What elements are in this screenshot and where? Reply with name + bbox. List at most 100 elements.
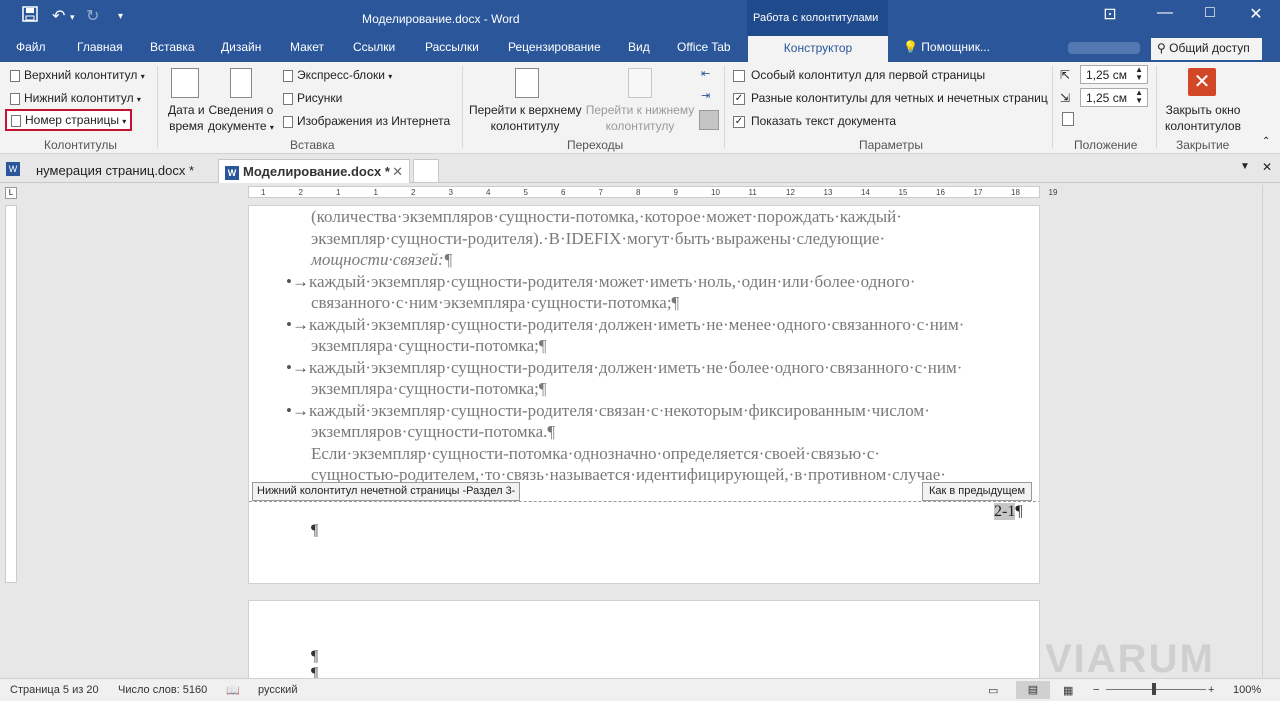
body-text[interactable]: (количества·экземпляров·сущности-потомка… [286, 206, 1031, 486]
document-page[interactable]: ¶ ¶ [248, 600, 1040, 680]
tab-review[interactable]: Рецензирование [508, 40, 601, 54]
ruler-tick-label: 5 [523, 188, 528, 197]
date-time-label-2: время [169, 119, 204, 133]
date-time-button[interactable]: Дата и время [168, 102, 205, 134]
undo-icon[interactable]: ↶ [52, 6, 65, 26]
user-account[interactable] [1068, 42, 1140, 54]
tab-list-dropdown-icon[interactable]: ▼ [1240, 161, 1250, 172]
text-line[interactable]: мощности·связей:¶ [311, 249, 1031, 271]
next-icon[interactable]: ⇥ [701, 89, 710, 102]
tab-references[interactable]: Ссылки [353, 40, 395, 54]
vertical-ruler[interactable] [5, 205, 17, 583]
header-icon [10, 69, 20, 82]
ribbon-display-icon[interactable]: ⊡ [1090, 4, 1130, 30]
zoom-out-icon[interactable]: − [1093, 684, 1099, 696]
header-position-input[interactable]: 1,25 см ▲ ▼ [1080, 65, 1148, 84]
paragraph-mark[interactable]: ¶ [311, 648, 318, 666]
insert-alignment-tab-icon[interactable] [1062, 112, 1074, 126]
footer-position-input[interactable]: 1,25 см ▲ ▼ [1080, 88, 1148, 107]
different-odd-even-checkbox[interactable]: ✓ Разные колонтитулы для четных и нечетны… [733, 91, 1048, 105]
page-number-field[interactable]: 2-1¶ [994, 503, 1023, 521]
page-number-value: 2-1 [994, 503, 1016, 520]
new-tab-button[interactable] [413, 159, 439, 183]
text-line[interactable]: •→каждый·экземпляр·сущности-родителя·свя… [286, 400, 1031, 422]
close-document-icon[interactable]: ✕ [1262, 160, 1272, 174]
text-line[interactable]: экземпляр·сущности-родителя).·В·IDEFIX·м… [311, 228, 1031, 250]
save-icon[interactable] [22, 6, 38, 27]
zoom-slider-thumb[interactable] [1152, 683, 1156, 695]
proofing-icon[interactable]: 📖 [226, 684, 240, 697]
page-number-button[interactable]: Номер страницы ▾ [5, 109, 133, 131]
date-time-label-1: Дата и [168, 103, 205, 117]
tab-home[interactable]: Главная [77, 40, 123, 54]
tab-file[interactable]: Файл [16, 40, 46, 54]
footer-position-value: 1,25 см [1086, 91, 1127, 105]
goto-header-button[interactable]: Перейти к верхнему колонтитулу [469, 102, 582, 134]
ruler-tick-label: 19 [1048, 188, 1058, 197]
link-to-previous-icon[interactable] [699, 110, 719, 130]
maximize-icon[interactable]: □ [1190, 4, 1230, 30]
group-separator [462, 66, 463, 148]
tab-design[interactable]: Дизайн [221, 40, 261, 54]
vertical-scrollbar[interactable] [1262, 185, 1280, 677]
document-page[interactable]: (количества·экземпляров·сущности-потомка… [248, 205, 1040, 584]
footer-button[interactable]: Нижний колонтитул ▾ [10, 91, 141, 105]
customize-icon[interactable]: ▾ [118, 11, 123, 22]
text-line[interactable]: Если·экземпляр·сущности-потомка·однознач… [311, 443, 1031, 465]
language[interactable]: русский [258, 684, 297, 696]
group-label-options: Параметры [859, 138, 923, 152]
doc-tab-numbering[interactable]: нумерация страниц.docx * [30, 159, 210, 183]
header-button[interactable]: Верхний колонтитул ▾ [10, 68, 145, 82]
zoom-slider[interactable] [1106, 689, 1206, 690]
tab-mailings[interactable]: Рассылки [425, 40, 479, 54]
line-text: мощности·связей:¶ [311, 250, 453, 269]
close-icon[interactable]: ✕ [1236, 4, 1276, 30]
undo-dropdown-icon[interactable]: ▾ [70, 12, 75, 23]
text-line[interactable]: экземпляра·сущности-потомка;¶ [311, 335, 1031, 357]
read-mode-icon[interactable]: ▭ [988, 684, 998, 697]
bullet-marker: •→ [286, 271, 309, 291]
different-first-page-checkbox[interactable]: Особый колонтитул для первой страницы [733, 68, 985, 82]
horizontal-ruler[interactable]: 1 2 1 1 2 3 4 5 6 7 8 9 10 11 12 13 14 15 16 17 18 19 [248, 186, 1057, 198]
text-line[interactable]: •→каждый·экземпляр·сущности-родителя·мож… [286, 271, 1031, 293]
tab-constructor[interactable]: Конструктор [748, 36, 888, 62]
tab-selector[interactable]: L [5, 187, 17, 199]
show-document-text-checkbox[interactable]: ✓ Показать текст документа [733, 114, 896, 128]
tab-layout[interactable]: Макет [290, 40, 324, 54]
previous-icon[interactable]: ⇤ [701, 67, 710, 80]
tab-insert[interactable]: Вставка [150, 40, 195, 54]
chevron-down-icon: ▾ [140, 72, 145, 81]
text-line[interactable]: экземпляра·сущности-потомка;¶ [311, 378, 1031, 400]
header-position-icon: ⇱ [1060, 68, 1071, 82]
zoom-level[interactable]: 100% [1233, 684, 1261, 696]
minimize-icon[interactable]: — [1145, 4, 1185, 30]
spinner-icon[interactable]: ▲ ▼ [1135, 66, 1143, 82]
help-search[interactable]: 💡 Помощник... [903, 40, 990, 54]
tab-view[interactable]: Вид [628, 40, 650, 54]
zoom-in-icon[interactable]: + [1208, 684, 1214, 696]
line-text: экземпляра·сущности-потомка;¶ [311, 336, 547, 355]
page-count[interactable]: Страница 5 из 20 [10, 684, 99, 696]
text-line[interactable]: (количества·экземпляров·сущности-потомка… [311, 206, 1031, 228]
online-pictures-button[interactable]: Изображения из Интернета [283, 114, 450, 128]
spinner-icon[interactable]: ▲ ▼ [1135, 89, 1143, 105]
doc-tab-modeling[interactable]: W Моделирование.docx * ✕ [218, 159, 410, 183]
word-count[interactable]: Число слов: 5160 [118, 684, 207, 696]
close-tab-icon[interactable]: ✕ [392, 164, 403, 180]
document-info-button[interactable]: Сведения о документе ▾ [208, 102, 274, 136]
close-header-footer-button[interactable]: Закрыть окно колонтитулов [1162, 102, 1244, 134]
text-line[interactable]: экземпляров·сущности-потомка.¶ [311, 421, 1031, 443]
web-layout-icon[interactable]: ▦ [1063, 684, 1073, 697]
tab-office-tab[interactable]: Office Tab [677, 40, 731, 54]
text-line[interactable]: •→каждый·экземпляр·сущности-родителя·дол… [286, 357, 1031, 379]
footer-paragraph-mark[interactable]: ¶ [311, 522, 318, 540]
quick-parts-button[interactable]: Экспресс-блоки ▾ [283, 68, 392, 82]
text-line[interactable]: •→каждый·экземпляр·сущности-родителя·дол… [286, 314, 1031, 336]
collapse-ribbon-icon[interactable]: ⌃ [1262, 136, 1270, 147]
share-button[interactable]: ⚲ Общий доступ [1151, 38, 1262, 60]
goto-footer-button[interactable]: Перейти к нижнему колонтитулу [584, 102, 696, 134]
pictures-button[interactable]: Рисунки [283, 91, 342, 105]
print-layout-icon[interactable]: ▤ [1016, 681, 1050, 699]
text-line[interactable]: связанного·с·ним·экземпляра·сущности-пот… [311, 292, 1031, 314]
redo-icon[interactable]: ↻ [86, 6, 99, 26]
